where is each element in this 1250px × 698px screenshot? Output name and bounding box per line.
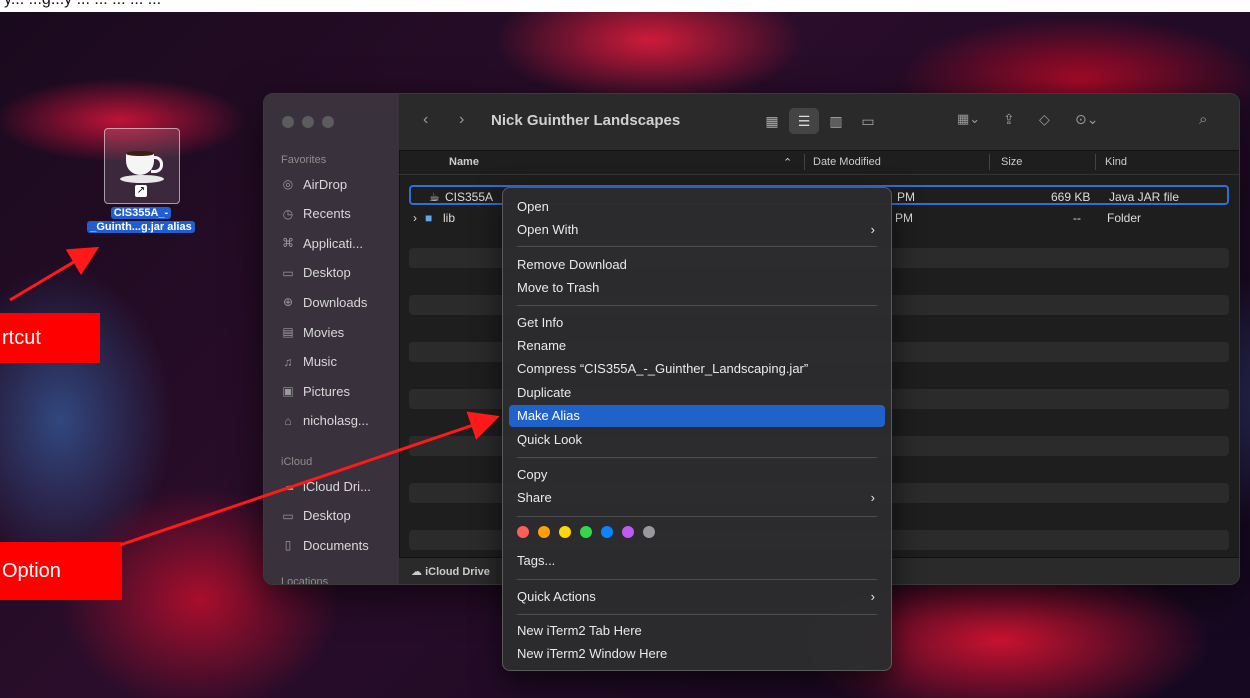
annotation-arrows — [9, 246, 500, 547]
arrow-to-make-alias — [119, 411, 500, 547]
arrow-to-alias — [9, 246, 100, 302]
